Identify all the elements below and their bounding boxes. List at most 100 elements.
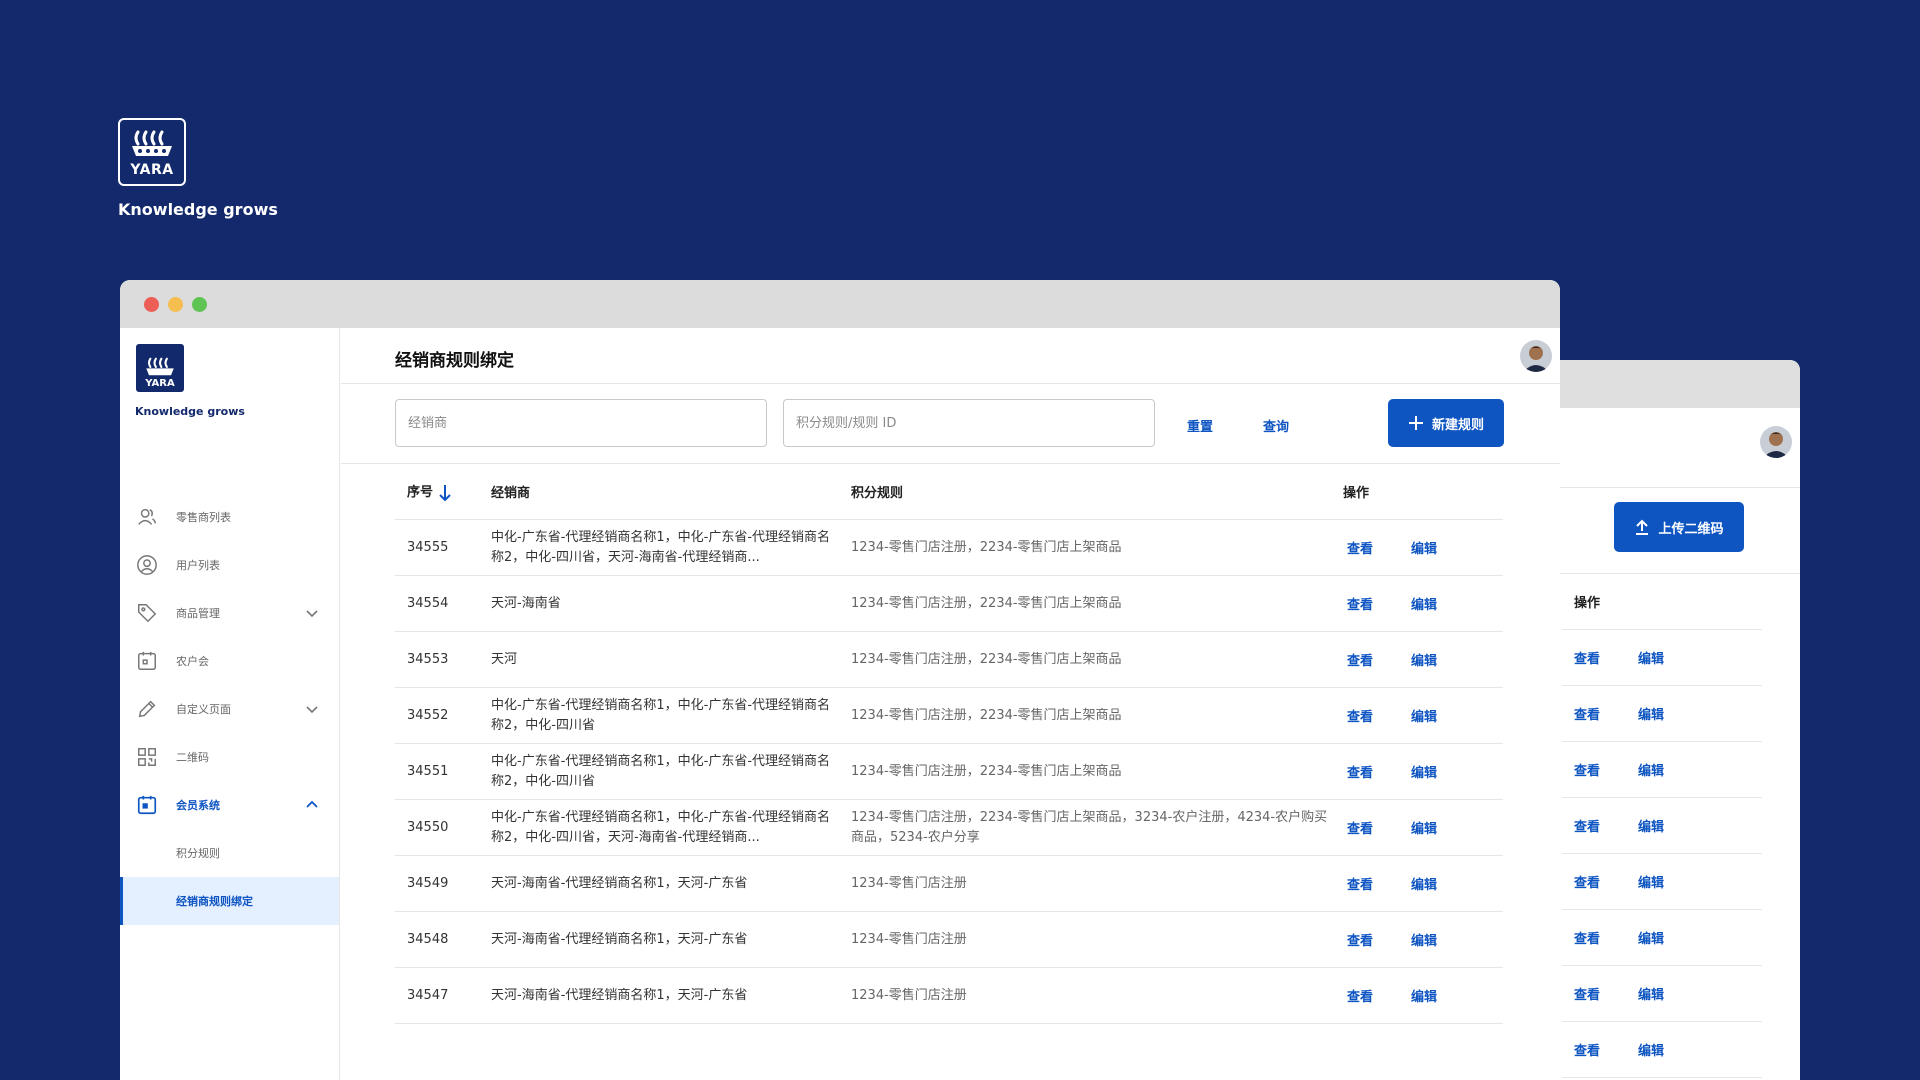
row-dealer: 中化-广东省-代理经销商名称1，中化-广东省-代理经销商名称2，中化-四川省，天… (491, 529, 831, 565)
sidebar-subitem-dealer-rule-binding[interactable]: 经销商规则绑定 (120, 877, 339, 925)
sidebar-item-qr-code[interactable]: 二维码 (120, 733, 339, 781)
view-link[interactable]: 查看 (1574, 704, 1600, 723)
edit-link[interactable]: 编辑 (1638, 704, 1664, 723)
edit-link[interactable]: 编辑 (1411, 818, 1437, 837)
main-window: YARA Knowledge grows 零售商列表 用户列表 商品管理 农户会 (120, 280, 1560, 1080)
edit-link[interactable]: 编辑 (1638, 648, 1664, 667)
dealer-search-input[interactable] (395, 399, 767, 447)
tag-icon (138, 604, 157, 623)
sidebar-item-custom-pages[interactable]: 自定义页面 (120, 685, 339, 733)
sidebar: YARA Knowledge grows 零售商列表 用户列表 商品管理 农户会 (120, 328, 340, 1080)
chevron-up-icon (306, 800, 318, 808)
edit-link[interactable]: 编辑 (1638, 928, 1664, 947)
logo-word: YARA (130, 162, 174, 178)
row-id: 34547 (407, 988, 449, 1003)
close-window-button[interactable] (144, 297, 159, 312)
table-row: 查看 编辑 (1562, 686, 1762, 742)
view-link[interactable]: 查看 (1347, 874, 1373, 893)
edit-link[interactable]: 编辑 (1411, 874, 1437, 893)
window-titlebar (1540, 360, 1800, 408)
edit-link[interactable]: 编辑 (1411, 930, 1437, 949)
view-link[interactable]: 查看 (1347, 706, 1373, 725)
view-link[interactable]: 查看 (1574, 760, 1600, 779)
maximize-window-button[interactable] (192, 297, 207, 312)
row-rule: 1234-零售门店注册，2234-零售门店上架商品 (851, 707, 1122, 723)
view-link[interactable]: 查看 (1574, 816, 1600, 835)
ops-column-header: 操作 (1562, 574, 1762, 630)
edit-link[interactable]: 编辑 (1411, 762, 1437, 781)
edit-link[interactable]: 编辑 (1638, 872, 1664, 891)
table-row: 34554 天河-海南省 1234-零售门店注册，2234-零售门店上架商品 查… (395, 576, 1503, 632)
edit-link[interactable]: 编辑 (1638, 1040, 1664, 1059)
edit-link[interactable]: 编辑 (1411, 650, 1437, 669)
edit-link[interactable]: 编辑 (1638, 760, 1664, 779)
row-rule: 1234-零售门店注册，2234-零售门店上架商品 (851, 595, 1122, 611)
logo-word: YARA (145, 378, 175, 389)
table-row: 34551 中化-广东省-代理经销商名称1，中化-广东省-代理经销商名称2，中化… (395, 744, 1503, 800)
top-bar (1540, 408, 1800, 488)
edit-link[interactable]: 编辑 (1411, 986, 1437, 1005)
id-column-header[interactable]: 序号 (395, 481, 491, 502)
row-rule: 1234-零售门店注册 (851, 931, 967, 947)
calendar-active-icon (137, 795, 157, 815)
avatar[interactable] (1760, 426, 1792, 458)
table-row: 34555 中化-广东省-代理经销商名称1，中化-广东省-代理经销商名称2，中化… (395, 520, 1503, 576)
sidebar-item-membership[interactable]: 会员系统 (120, 781, 339, 829)
secondary-window: 上传二维码 操作 查看 编辑 查看 编辑 查看 编辑 查看 编辑 查看 编辑 查看 编辑 查… (1540, 360, 1800, 1080)
rule-search-input[interactable] (783, 399, 1155, 447)
viking-ship-icon (146, 357, 174, 376)
edit-link[interactable]: 编辑 (1638, 984, 1664, 1003)
reset-button[interactable]: 重置 (1187, 416, 1213, 435)
row-id: 34553 (407, 652, 449, 667)
sidebar-tagline: Knowledge grows (135, 405, 245, 418)
plus-icon (1408, 416, 1423, 430)
upload-qr-button[interactable]: 上传二维码 (1614, 502, 1744, 552)
sidebar-item-products[interactable]: 商品管理 (120, 589, 339, 637)
sidebar-item-retailers[interactable]: 零售商列表 (120, 493, 339, 541)
edit-link[interactable]: 编辑 (1638, 816, 1664, 835)
query-button[interactable]: 查询 (1263, 416, 1289, 435)
view-link[interactable]: 查看 (1574, 1040, 1600, 1059)
sidebar-nav: 零售商列表 用户列表 商品管理 农户会 自定义页面 二维码 会员系统 积分规则 … (120, 493, 339, 925)
id-column-label: 序号 (407, 485, 434, 501)
sidebar-item-label: 用户列表 (176, 559, 220, 572)
chevron-down-icon (306, 706, 318, 714)
view-link[interactable]: 查看 (1347, 650, 1373, 669)
sidebar-yara-logo[interactable]: YARA (136, 344, 184, 392)
view-link[interactable]: 查看 (1347, 930, 1373, 949)
view-link[interactable]: 查看 (1347, 986, 1373, 1005)
page-header: 经销商规则绑定 (341, 328, 1560, 384)
view-link[interactable]: 查看 (1574, 872, 1600, 891)
view-link[interactable]: 查看 (1574, 648, 1600, 667)
view-link[interactable]: 查看 (1347, 594, 1373, 613)
edit-link[interactable]: 编辑 (1411, 538, 1437, 557)
sort-descending-icon[interactable] (439, 484, 451, 502)
filter-bar: 重置 查询 新建规则 (341, 384, 1560, 464)
new-rule-button[interactable]: 新建规则 (1388, 399, 1504, 447)
sidebar-subitem-points-rules[interactable]: 积分规则 (120, 829, 339, 877)
row-rule: 1234-零售门店注册，2234-零售门店上架商品，3234-农户注册，4234… (851, 809, 1328, 845)
view-link[interactable]: 查看 (1347, 818, 1373, 837)
view-link[interactable]: 查看 (1347, 538, 1373, 557)
row-rule: 1234-零售门店注册，2234-零售门店上架商品 (851, 539, 1122, 555)
rules-table: 序号 经销商 积分规则 操作 34555 中化-广东省-代理经销商名称1，中化-… (395, 464, 1503, 1024)
avatar[interactable] (1520, 340, 1552, 372)
sidebar-item-farmers-club[interactable]: 农户会 (120, 637, 339, 685)
user-circle-icon (137, 555, 157, 575)
sidebar-item-users[interactable]: 用户列表 (120, 541, 339, 589)
row-dealer: 天河-海南省-代理经销商名称1，天河-广东省 (491, 931, 748, 947)
minimize-window-button[interactable] (168, 297, 183, 312)
row-rule: 1234-零售门店注册 (851, 875, 967, 891)
row-id: 34548 (407, 932, 449, 947)
row-id: 34550 (407, 820, 449, 835)
edit-link[interactable]: 编辑 (1411, 706, 1437, 725)
view-link[interactable]: 查看 (1574, 984, 1600, 1003)
calendar-icon (138, 651, 156, 670)
table-row: 查看 编辑 (1562, 630, 1762, 686)
edit-link[interactable]: 编辑 (1411, 594, 1437, 613)
hero-tagline: Knowledge grows (118, 200, 278, 219)
view-link[interactable]: 查看 (1347, 762, 1373, 781)
ops-column-header: 操作 (1343, 486, 1370, 501)
users-icon (138, 508, 156, 525)
view-link[interactable]: 查看 (1574, 928, 1600, 947)
